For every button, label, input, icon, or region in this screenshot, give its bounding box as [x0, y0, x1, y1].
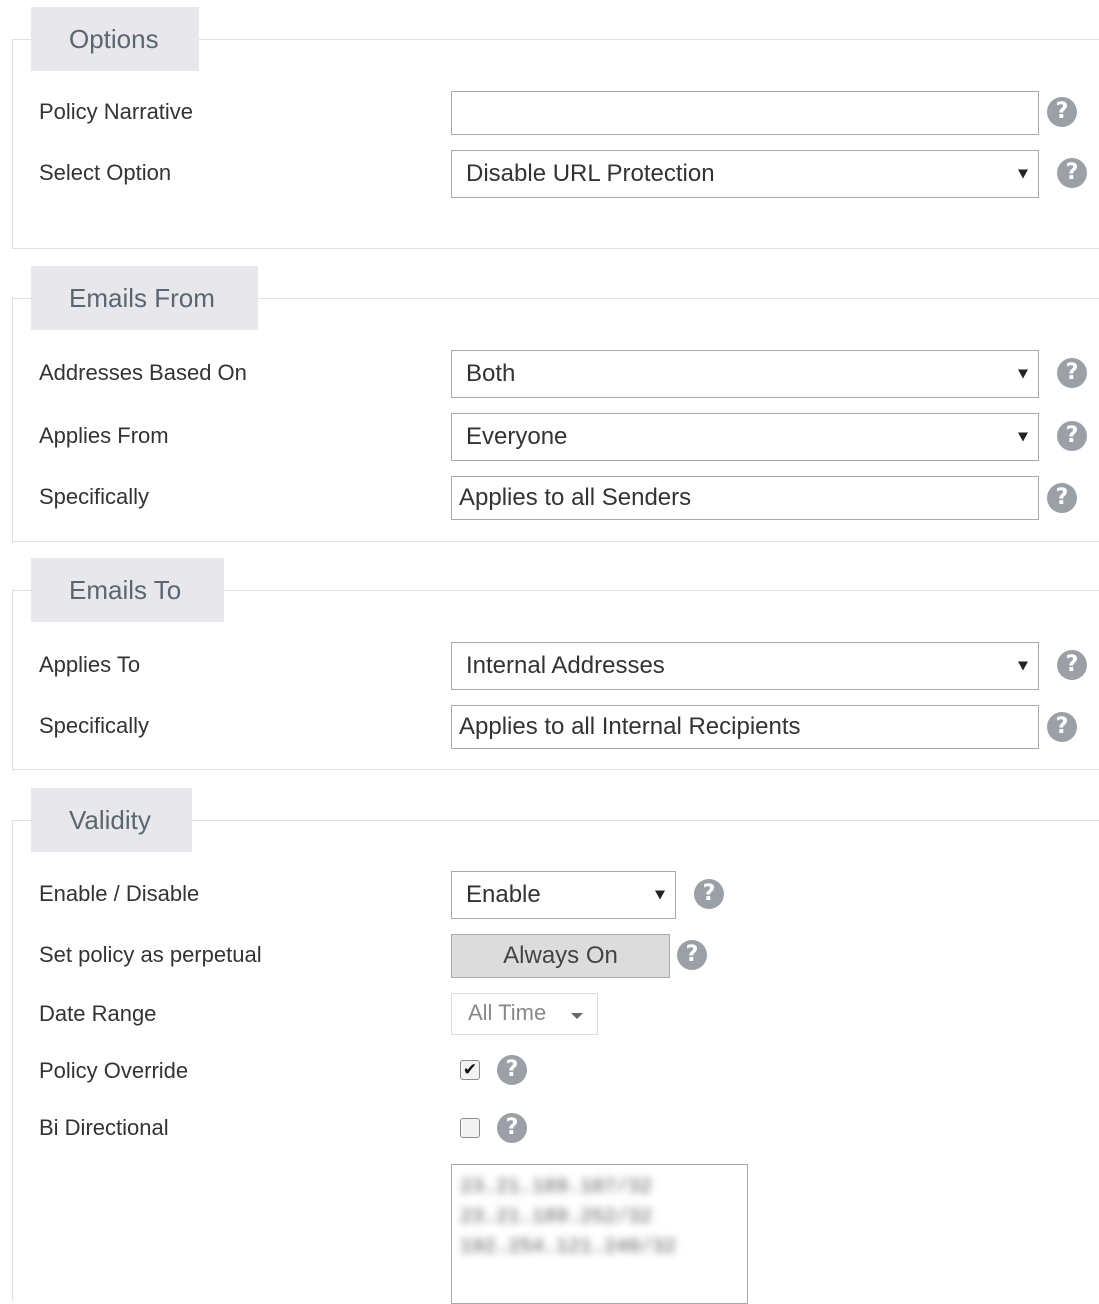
- ip-range-line: 23.21.189.107/32: [460, 1176, 653, 1199]
- addresses-based-on-dropdown[interactable]: Both: [451, 350, 1039, 398]
- help-icon[interactable]: ?: [1047, 483, 1077, 513]
- applies-to-label: Applies To: [39, 652, 141, 677]
- addresses-based-on-value: Both: [466, 360, 516, 387]
- caret-down-icon: [1018, 369, 1028, 379]
- policy-override-label: Policy Override: [39, 1058, 189, 1083]
- help-icon[interactable]: ?: [1047, 97, 1077, 127]
- help-icon[interactable]: ?: [1057, 158, 1087, 188]
- emails-from-section: Emails From Addresses Based On Both ? Ap…: [12, 266, 1099, 542]
- help-icon[interactable]: ?: [694, 879, 724, 909]
- specifically-to-input[interactable]: Applies to all Internal Recipients: [451, 705, 1039, 749]
- policy-narrative-label: Policy Narrative: [39, 99, 194, 124]
- caret-down-icon: [1018, 661, 1028, 671]
- applies-from-dropdown[interactable]: Everyone: [451, 413, 1039, 461]
- always-on-button[interactable]: Always On: [451, 934, 670, 978]
- policy-narrative-input[interactable]: [451, 91, 1039, 135]
- perpetual-label: Set policy as perpetual: [39, 942, 262, 967]
- applies-from-label: Applies From: [39, 423, 169, 448]
- applies-from-value: Everyone: [466, 423, 568, 450]
- help-icon[interactable]: ?: [1057, 358, 1087, 388]
- select-option-value: Disable URL Protection: [466, 160, 715, 187]
- applies-to-value: Internal Addresses: [466, 652, 665, 679]
- enable-disable-label: Enable / Disable: [39, 881, 200, 906]
- caret-down-icon: [655, 890, 665, 900]
- enable-disable-dropdown[interactable]: Enable: [451, 871, 676, 919]
- specifically-from-input[interactable]: Applies to all Senders: [451, 476, 1039, 520]
- specifically-to-label: Specifically: [39, 713, 150, 738]
- help-icon[interactable]: ?: [1047, 712, 1077, 742]
- date-range-value: All Time: [468, 1000, 547, 1025]
- options-legend: Options: [31, 7, 199, 71]
- options-section: Options Policy Narrative ? Select Option…: [12, 7, 1099, 249]
- ip-range-line: 23.21.189.252/32: [460, 1206, 653, 1229]
- caret-down-icon: [1018, 432, 1028, 442]
- specifically-from-label: Specifically: [39, 484, 150, 509]
- help-icon[interactable]: ?: [497, 1113, 527, 1143]
- caret-down-icon: [1018, 169, 1028, 179]
- bi-directional-checkbox[interactable]: [460, 1118, 480, 1138]
- date-range-dropdown[interactable]: All Time: [451, 993, 598, 1035]
- help-icon[interactable]: ?: [1057, 421, 1087, 451]
- bi-directional-label: Bi Directional: [39, 1115, 169, 1140]
- date-range-label: Date Range: [39, 1001, 157, 1026]
- help-icon[interactable]: ?: [497, 1055, 527, 1085]
- emails-from-legend: Emails From: [31, 266, 258, 330]
- validity-section: Validity Enable / Disable Enable ? Set p…: [12, 788, 1099, 1304]
- policy-override-checkbox[interactable]: ✔: [460, 1060, 480, 1080]
- ip-range-textarea[interactable]: 23.21.189.107/32 23.21.189.252/32 192.25…: [451, 1164, 748, 1304]
- select-option-dropdown[interactable]: Disable URL Protection: [451, 150, 1039, 198]
- help-icon[interactable]: ?: [677, 940, 707, 970]
- ip-range-line: 192.254.121.248/32: [460, 1236, 677, 1259]
- checkmark-icon: ✔: [462, 1060, 478, 1080]
- emails-to-legend: Emails To: [31, 558, 224, 622]
- applies-to-dropdown[interactable]: Internal Addresses: [451, 642, 1039, 690]
- enable-disable-value: Enable: [466, 881, 541, 908]
- select-option-label: Select Option: [39, 160, 172, 185]
- validity-legend: Validity: [31, 788, 192, 852]
- addresses-based-on-label: Addresses Based On: [39, 360, 247, 385]
- help-icon[interactable]: ?: [1057, 650, 1087, 680]
- caret-down-icon: [571, 1013, 583, 1019]
- emails-to-section: Emails To Applies To Internal Addresses …: [12, 558, 1099, 770]
